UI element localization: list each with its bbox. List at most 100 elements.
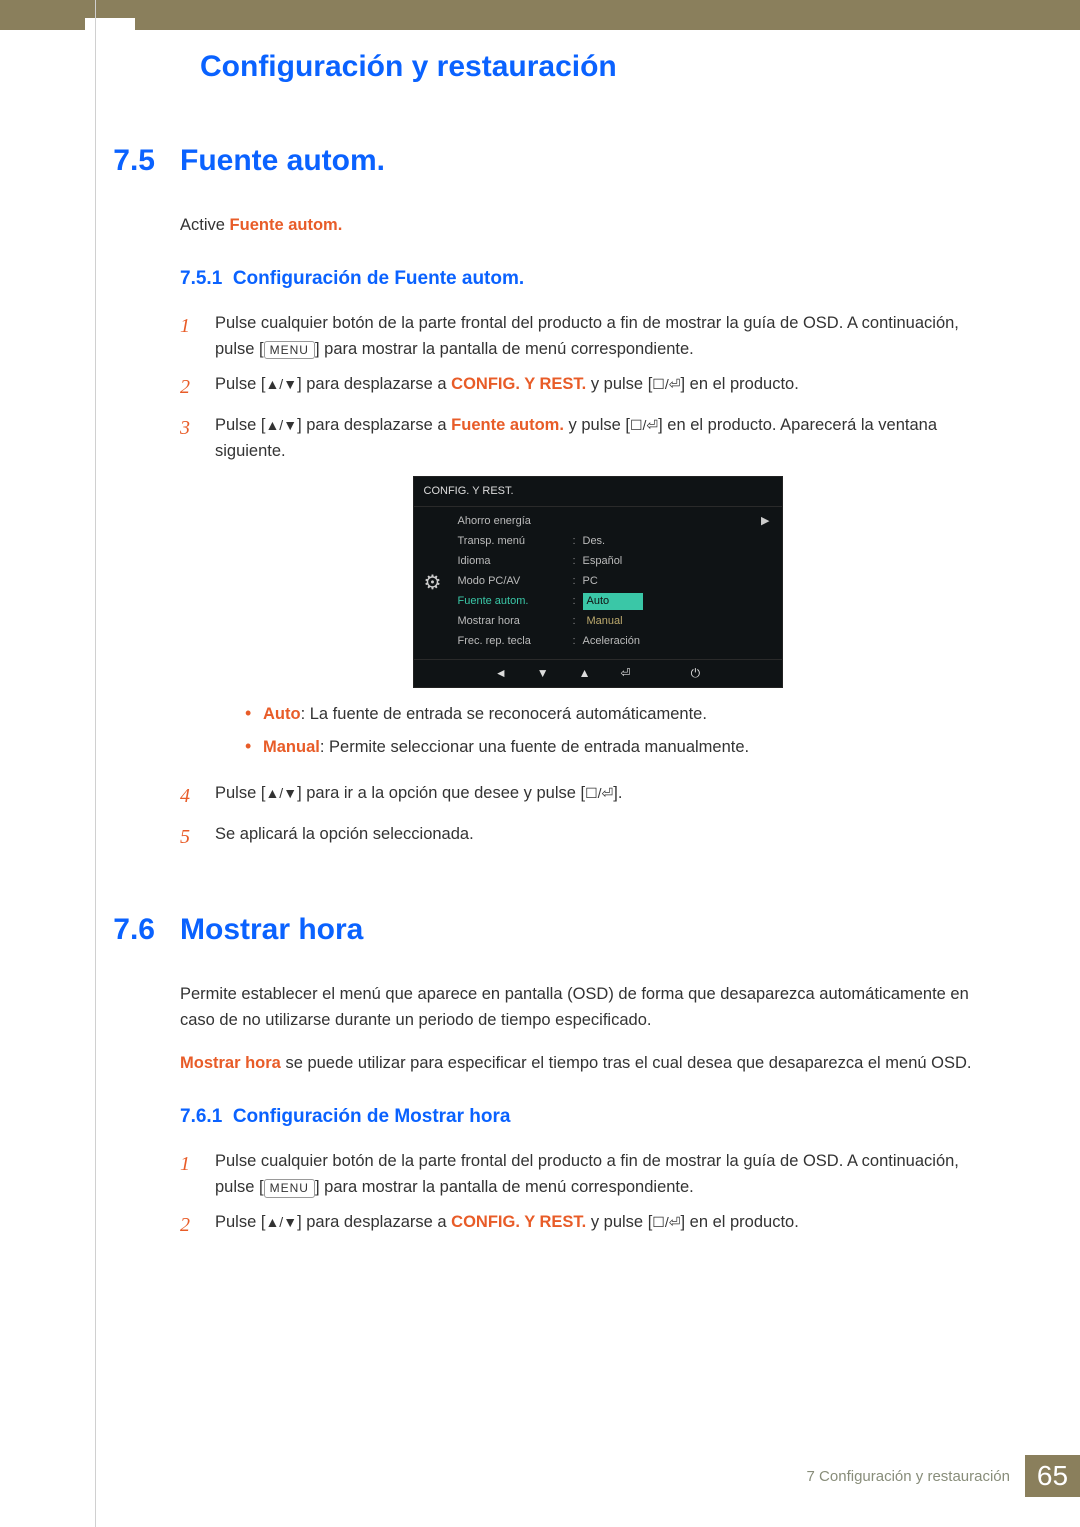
- step-number: 1: [180, 1149, 200, 1200]
- step-body: Pulse [▲/▼] para desplazarse a Fuente au…: [215, 413, 980, 771]
- gear-icon: ⚙: [414, 507, 452, 659]
- target-config: CONFIG. Y REST.: [451, 375, 586, 393]
- nav-up-icon: ▲: [579, 664, 591, 683]
- osd-item: Idioma: [458, 553, 573, 570]
- enter-icon: ☐/⏎: [652, 1214, 680, 1230]
- text: ] para desplazarse a: [297, 375, 451, 393]
- step-body: Se aplicará la opción seleccionada.: [215, 822, 980, 853]
- subsection-number: 7.6.1: [180, 1106, 222, 1127]
- term-mostrar-hora: Mostrar hora: [180, 1054, 281, 1072]
- subsection-title: Configuración de Mostrar hora: [233, 1106, 511, 1127]
- steps-list: 1 Pulse cualquier botón de la parte fron…: [180, 311, 980, 853]
- enter-icon: ☐/⏎: [652, 376, 680, 392]
- osd-item-selected: Fuente autom.: [458, 593, 573, 610]
- margin-rule: [95, 0, 96, 1527]
- text: y pulse [: [586, 375, 652, 393]
- term: Manual: [263, 738, 320, 756]
- step-2: 2 Pulse [▲/▼] para desplazarse a CONFIG.…: [180, 372, 980, 403]
- step-number: 3: [180, 413, 200, 771]
- paragraph: Permite establecer el menú que aparece e…: [180, 982, 980, 1033]
- text: y pulse [: [564, 416, 630, 434]
- osd-value: PC: [583, 573, 776, 590]
- step-number: 5: [180, 822, 200, 853]
- enter-icon: ☐/⏎: [585, 785, 613, 801]
- power-icon: ⏻: [691, 664, 701, 683]
- bullet-auto: Auto: La fuente de entrada se reconocerá…: [245, 702, 980, 728]
- text: Pulse [: [215, 416, 265, 434]
- text: ] para desplazarse a: [297, 1213, 451, 1231]
- text: y pulse [: [586, 1213, 652, 1231]
- bullet-manual: Manual: Permite seleccionar una fuente d…: [245, 735, 980, 761]
- step-5: 5 Se aplicará la opción seleccionada.: [180, 822, 980, 853]
- target-config: CONFIG. Y REST.: [451, 1213, 586, 1231]
- osd-title: CONFIG. Y REST.: [414, 477, 782, 507]
- page-footer: 7 Configuración y restauración 65: [807, 1455, 1080, 1497]
- intro-line: Active Fuente autom.: [180, 213, 980, 239]
- nav-down-icon: ▼: [537, 664, 549, 683]
- subsection-number: 7.5.1: [180, 268, 222, 289]
- section-title: Fuente autom.: [180, 144, 385, 178]
- nav-enter-icon: ⏎: [621, 664, 631, 683]
- step-number: 1: [180, 311, 200, 362]
- step-number: 4: [180, 781, 200, 812]
- updown-icon: ▲/▼: [265, 785, 297, 801]
- osd-item: Mostrar hora: [458, 613, 573, 630]
- paragraph: Mostrar hora se puede utilizar para espe…: [180, 1051, 980, 1077]
- steps-list: 1 Pulse cualquier botón de la parte fron…: [180, 1149, 980, 1241]
- enter-icon: ☐/⏎: [630, 417, 658, 433]
- step-body: Pulse [▲/▼] para desplazarse a CONFIG. Y…: [215, 372, 980, 403]
- term-fuente-autom: Fuente autom.: [230, 216, 343, 234]
- subsection-title: Configuración de Fuente autom.: [233, 268, 524, 289]
- step-body: Pulse cualquier botón de la parte fronta…: [215, 1149, 980, 1200]
- step-4: 4 Pulse [▲/▼] para ir a la opción que de…: [180, 781, 980, 812]
- updown-icon: ▲/▼: [265, 376, 297, 392]
- section-7-5: 7.5 Fuente autom. Active Fuente autom. 7…: [0, 144, 1080, 913]
- osd-screenshot: CONFIG. Y REST. ⚙ Ahorro energía▶ Transp…: [413, 476, 783, 688]
- osd-option: Manual: [583, 613, 643, 630]
- step-2: 2 Pulse [▲/▼] para desplazarse a CONFIG.…: [180, 1210, 980, 1241]
- updown-icon: ▲/▼: [265, 417, 297, 433]
- chapter-title: Configuración y restauración: [0, 30, 1080, 144]
- text: Pulse [: [215, 1213, 265, 1231]
- text: Active: [180, 216, 230, 234]
- text: Pulse [: [215, 784, 265, 802]
- text: ] para ir a la opción que desee y pulse …: [297, 784, 585, 802]
- arrow-right-icon: ▶: [761, 513, 775, 530]
- option-bullets: Auto: La fuente de entrada se reconocerá…: [245, 702, 980, 761]
- term: Auto: [263, 705, 301, 723]
- text: : Permite seleccionar una fuente de entr…: [320, 738, 749, 756]
- subsection-heading: 7.6.1 Configuración de Mostrar hora: [180, 1102, 980, 1131]
- osd-value: Des.: [583, 533, 776, 550]
- osd-menu-list: Ahorro energía▶ Transp. menú:Des. Idioma…: [452, 507, 782, 659]
- section-title: Mostrar hora: [180, 913, 363, 947]
- updown-icon: ▲/▼: [265, 1214, 297, 1230]
- step-body: Pulse [▲/▼] para desplazarse a CONFIG. Y…: [215, 1210, 980, 1241]
- subsection-heading: 7.5.1 Configuración de Fuente autom.: [180, 264, 980, 293]
- text: ] en el producto.: [680, 1213, 798, 1231]
- text: ] en el producto.: [680, 375, 798, 393]
- step-number: 2: [180, 1210, 200, 1241]
- osd-option-selected: Auto: [583, 593, 643, 610]
- page-number: 65: [1025, 1455, 1080, 1497]
- section-7-6: 7.6 Mostrar hora Permite establecer el m…: [0, 913, 1080, 1301]
- step-number: 2: [180, 372, 200, 403]
- osd-item: Modo PC/AV: [458, 573, 573, 590]
- step-1: 1 Pulse cualquier botón de la parte fron…: [180, 311, 980, 362]
- step-body: Pulse [▲/▼] para ir a la opción que dese…: [215, 781, 980, 812]
- nav-left-icon: ◄: [495, 664, 507, 683]
- menu-key: MENU: [264, 1179, 315, 1198]
- footer-text: 7 Configuración y restauración: [807, 1468, 1025, 1485]
- text: se puede utilizar para especificar el ti…: [281, 1054, 972, 1072]
- osd-footer-icons: ◄ ▼ ▲ ⏎ ⏻: [414, 659, 782, 687]
- step-body: Pulse cualquier botón de la parte fronta…: [215, 311, 980, 362]
- step-3: 3 Pulse [▲/▼] para desplazarse a Fuente …: [180, 413, 980, 771]
- osd-value: Aceleración: [583, 633, 776, 650]
- text: : La fuente de entrada se reconocerá aut…: [301, 705, 707, 723]
- text: ] para mostrar la pantalla de menú corre…: [315, 340, 694, 358]
- text: ].: [613, 784, 622, 802]
- osd-value: Español: [583, 553, 776, 570]
- osd-item: Ahorro energía: [458, 513, 573, 530]
- section-number: 7.6: [100, 913, 155, 947]
- target-fuente: Fuente autom.: [451, 416, 564, 434]
- text: Pulse [: [215, 375, 265, 393]
